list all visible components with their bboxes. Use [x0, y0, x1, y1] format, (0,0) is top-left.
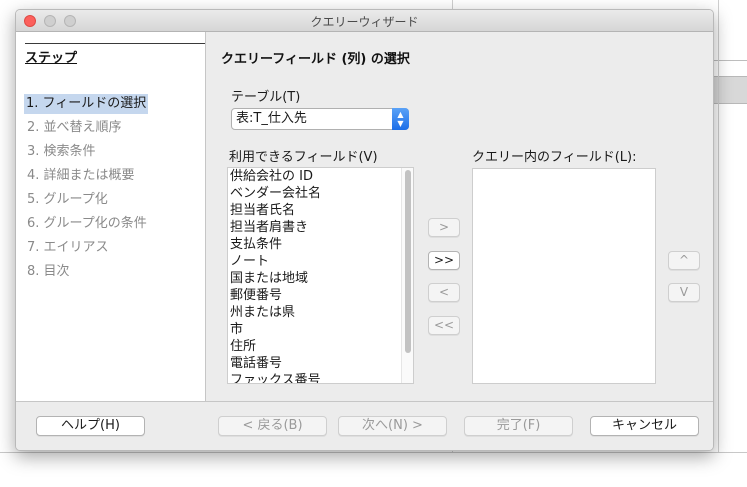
available-field-item[interactable]: 供給会社の ID	[228, 168, 413, 185]
step-5-grouping[interactable]: 5. グループ化	[25, 190, 110, 210]
available-field-item[interactable]: 国または地域	[228, 270, 413, 287]
window-title: クエリーウィザード	[310, 15, 419, 29]
available-field-item[interactable]: 郵便番号	[228, 287, 413, 304]
available-field-item[interactable]: 電話番号	[228, 355, 413, 372]
background-document-area	[0, 452, 747, 487]
step-6-grouping-conditions[interactable]: 6. グループ化の条件	[25, 214, 149, 234]
step-4-detail-or-summary[interactable]: 4. 詳細または概要	[25, 166, 137, 186]
available-fields-scrollbar[interactable]	[401, 168, 413, 383]
select-arrows-icon: ▲ ▼	[392, 108, 409, 130]
available-field-item[interactable]: ファックス番号	[228, 372, 413, 383]
available-field-item[interactable]: 市	[228, 321, 413, 338]
remove-all-fields-button[interactable]: <<	[428, 316, 460, 335]
next-button[interactable]: 次へ(N) >	[338, 416, 447, 436]
available-field-item[interactable]: 担当者氏名	[228, 202, 413, 219]
scrollbar-thumb[interactable]	[405, 170, 411, 353]
available-field-item[interactable]: 支払条件	[228, 236, 413, 253]
move-up-button[interactable]: ^	[668, 251, 700, 270]
available-field-item[interactable]: 担当者肩書き	[228, 219, 413, 236]
query-fields-label: クエリー内のフィールド(L):	[472, 150, 637, 165]
help-button[interactable]: ヘルプ(H)	[36, 416, 145, 436]
available-field-item[interactable]: ベンダー会社名	[228, 185, 413, 202]
available-field-item[interactable]: 住所	[228, 338, 413, 355]
remove-field-button[interactable]: <	[428, 283, 460, 302]
table-select[interactable]: 表:T_仕入先 ▲ ▼	[231, 108, 409, 130]
step-1-field-selection[interactable]: 1. フィールドの選択	[24, 94, 149, 114]
add-all-fields-button[interactable]: >>	[428, 251, 460, 270]
move-down-button[interactable]: V	[668, 283, 700, 302]
available-fields-label: 利用できるフィールド(V)	[229, 150, 378, 165]
back-button[interactable]: < 戻る(B)	[218, 416, 327, 436]
available-fields-list[interactable]: 供給会社の ID ベンダー会社名 担当者氏名 担当者肩書き 支払条件 ノート 国または地域郵…	[227, 167, 414, 384]
finish-button[interactable]: 完了(F)	[464, 416, 573, 436]
step-2-sort-order[interactable]: 2. 並べ替え順序	[25, 118, 124, 138]
title-bar: クエリーウィザード	[16, 10, 713, 32]
query-wizard-dialog: クエリーウィザード ステップ 1. フィールドの選択 2. 並べ替え順序 3. …	[15, 9, 714, 451]
step-8-overview[interactable]: 8. 目次	[25, 262, 72, 282]
step-3-search-conditions[interactable]: 3. 検索条件	[25, 142, 98, 162]
step-7-aliases[interactable]: 7. エイリアス	[25, 238, 111, 258]
steps-divider	[25, 43, 205, 44]
steps-pane: ステップ 1. フィールドの選択 2. 並べ替え順序 3. 検索条件 4. 詳細…	[16, 32, 206, 401]
cancel-button[interactable]: キャンセル	[590, 416, 699, 436]
page-title: クエリーフィールド (列) の選択	[221, 52, 410, 67]
table-select-value: 表:T_仕入先	[236, 111, 307, 126]
add-field-button[interactable]: >	[428, 218, 460, 237]
available-field-item[interactable]: ノート	[228, 253, 413, 270]
available-field-item[interactable]: 州または県	[228, 304, 413, 321]
query-fields-list[interactable]	[472, 168, 656, 384]
table-label: テーブル(T)	[231, 90, 301, 105]
steps-heading: ステップ	[25, 51, 78, 66]
